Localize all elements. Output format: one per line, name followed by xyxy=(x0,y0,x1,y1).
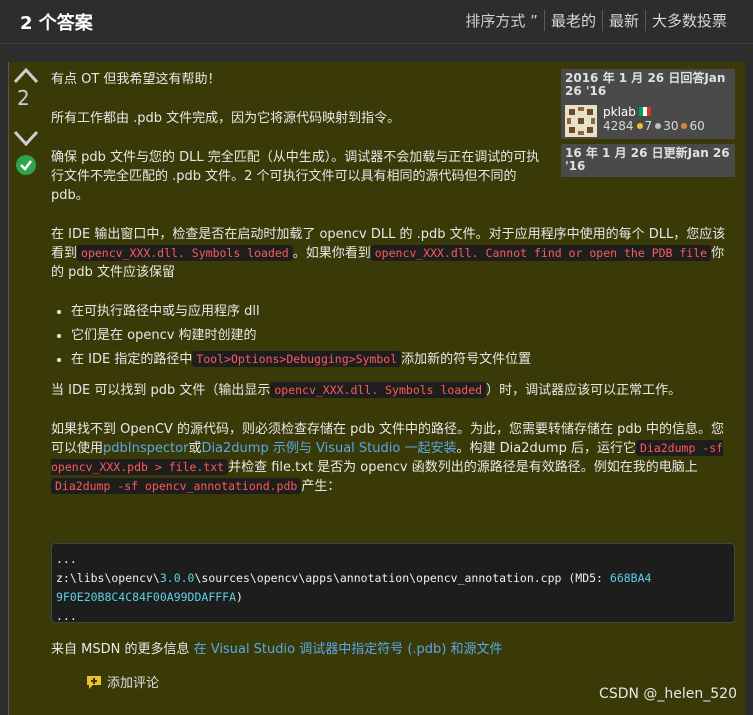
gold-badge-icon xyxy=(636,123,643,129)
vote-count: 2 xyxy=(17,86,30,110)
add-comment-icon xyxy=(87,675,101,689)
avatar[interactable] xyxy=(565,105,597,137)
paragraph-6: 如果找不到 OpenCV 的源代码，则必须检查存储在 pdb 文件中的路径。为此… xyxy=(51,422,724,494)
updated-date: 16 年 1 月 26 日更新Jan 26 '16 xyxy=(565,146,730,173)
more-info: 来自 MSDN 的更多信息 在 Visual Studio 调试器中指定符号 (… xyxy=(51,642,503,657)
inline-code: Tool>Options>Debugging>Symbol xyxy=(192,351,402,367)
answers-header: 2 个答案 排序方式 ” 最老的 最新 大多数投票 xyxy=(0,0,753,44)
answer-body: 有点 OT 但我希望这有帮助！ 所有工作都由 .pdb 文件完成，因为它将源代码… xyxy=(51,70,725,516)
paragraph-2: 所有工作都由 .pdb 文件完成，因为它将源代码映射到指令。 xyxy=(51,111,401,126)
answers-count-title: 2 个答案 xyxy=(20,13,93,34)
bullet-item: 在 IDE 指定的路径中Tool>Options>Debugging>Symbo… xyxy=(71,350,733,369)
sort-newest[interactable]: 最新 xyxy=(601,10,645,31)
bronze-badge-icon xyxy=(681,123,688,129)
inline-code: Dia2dump -sf opencv_annotationd.pdb xyxy=(51,478,302,494)
updated-card: 16 年 1 月 26 日更新Jan 26 '16 xyxy=(561,144,735,177)
sort-most-votes[interactable]: 大多数投票 xyxy=(644,10,733,31)
dia2dump-link[interactable]: Dia2dump 示例与 Visual Studio 一起安装 xyxy=(201,441,456,456)
silver-badge-icon xyxy=(655,123,662,129)
answered-date: 2016 年 1 月 26 日回答Jan 26 '16 xyxy=(565,71,726,98)
italy-flag-icon xyxy=(638,107,651,116)
code-block: ... z:\libs\opencv\3.0.0\sources\opencv\… xyxy=(51,543,735,623)
paragraph-5: 当 IDE 可以找到 pdb 文件（输出显示 opencv_XXX.dll. Sy… xyxy=(51,382,682,398)
sort-oldest[interactable]: 最老的 xyxy=(543,10,602,31)
paragraph-4: 在 IDE 输出窗口中，检查是否在启动时加载了 opencv DLL 的 .pd… xyxy=(51,227,726,280)
paragraph-1: 有点 OT 但我希望这有帮助！ xyxy=(51,72,221,87)
add-comment-button[interactable]: 添加评论 xyxy=(85,672,159,691)
username[interactable]: pklab xyxy=(603,105,651,119)
msdn-link[interactable]: 在 Visual Studio 调试器中指定符号 (.pdb) 和源文件 xyxy=(194,642,503,657)
watermark: CSDN @_helen_520 xyxy=(599,686,737,702)
bullet-item: 在可执行路径中或与应用程序 dll xyxy=(71,302,733,321)
vote-up-icon[interactable] xyxy=(13,66,39,84)
sort-label: 排序方式 ” xyxy=(465,12,538,30)
accepted-check-icon xyxy=(16,155,36,175)
inline-code: opencv_XXX.dll. Symbols loaded xyxy=(77,245,293,261)
pdbinspector-link[interactable]: pdbInspector xyxy=(103,441,188,456)
bullet-item: 它们是在 opencv 构建时创建的 xyxy=(71,326,733,345)
answered-card: 2016 年 1 月 26 日回答Jan 26 '16 pklab 4284 7 3… xyxy=(561,69,735,139)
answer-panel: 2 有点 OT 但我希望这有帮助！ 所有工作都由 .pdb 文件完成，因为它将源… xyxy=(8,62,745,715)
vote-down-icon[interactable] xyxy=(13,130,39,148)
sort-bar: 排序方式 ” 最老的 最新 大多数投票 xyxy=(465,10,733,31)
inline-code: opencv_XXX.dll. Symbols loaded xyxy=(270,382,487,398)
bullet-list: 在可执行路径中或与应用程序 dll 它们是在 opencv 构建时创建的 在 I… xyxy=(51,302,733,369)
paragraph-3: 确保 pdb 文件与您的 DLL 完全匹配（从中生成）。调试器不会加载与正在调试… xyxy=(51,150,540,203)
reputation: 4284 7 30 60 xyxy=(603,119,705,133)
inline-code: opencv_XXX.dll. Cannot find or open the … xyxy=(370,245,712,261)
vote-column: 2 xyxy=(13,66,43,175)
